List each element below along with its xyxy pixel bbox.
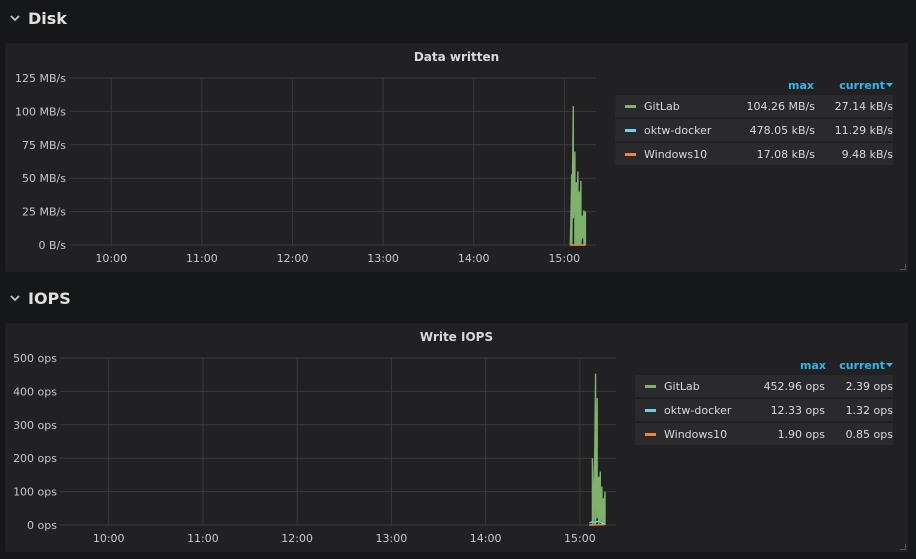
legend-series-name: oktw-docker <box>664 403 732 417</box>
legend-item-gitlab[interactable]: GitLab 104.26 MB/s 27.14 kB/s <box>615 95 893 117</box>
legend-series-name: Windows10 <box>664 427 728 441</box>
x-tick-label: 11:00 <box>186 252 218 265</box>
legend-item-windows10[interactable]: Windows10 1.90 ops 0.85 ops <box>635 423 893 445</box>
x-tick-label: 12:00 <box>277 252 309 265</box>
row-header-disk[interactable]: Disk <box>0 0 67 36</box>
legend-max-value: 17.08 kB/s <box>756 147 815 161</box>
legend-header: max current <box>615 75 893 95</box>
panel-data-written: Data written 0 B/s 25 MB/s 50 MB/s 75 MB/s 1… <box>5 43 908 272</box>
legend-series-name: GitLab <box>644 99 680 113</box>
panel-resize-handle[interactable] <box>900 544 906 550</box>
legend-header-max[interactable]: max <box>736 79 814 92</box>
legend-current-value: 11.29 kB/s <box>834 123 893 137</box>
legend-current-value: 9.48 kB/s <box>841 147 893 161</box>
x-tick-label: 15:00 <box>548 252 580 265</box>
legend-series-name: GitLab <box>664 379 700 393</box>
x-tick-label: 13:00 <box>367 252 399 265</box>
y-tick-label: 50 MB/s <box>22 172 66 185</box>
x-tick-label: 10:00 <box>95 252 127 265</box>
y-tick-label: 75 MB/s <box>22 139 66 152</box>
y-tick-label: 100 MB/s <box>15 105 66 118</box>
y-tick-label: 100 ops <box>13 486 57 499</box>
legend-max-value: 104.26 MB/s <box>746 99 815 113</box>
series-swatch <box>645 384 656 388</box>
panel-write-iops: Write IOPS 0 ops 100 ops 200 ops 300 ops 400… <box>5 323 908 552</box>
x-tick-label: 15:00 <box>564 532 596 545</box>
series-swatch <box>625 104 636 108</box>
y-tick-label: 200 ops <box>13 452 57 465</box>
y-tick-label: 0 ops <box>27 519 57 532</box>
row-title: IOPS <box>28 288 71 308</box>
chevron-down-icon[interactable] <box>9 12 21 24</box>
y-tick-label: 125 MB/s <box>15 72 66 85</box>
legend-max-value: 452.96 ops <box>763 379 825 393</box>
y-tick-label: 300 ops <box>13 419 57 432</box>
y-tick-label: 25 MB/s <box>22 206 66 219</box>
y-tick-label: 400 ops <box>13 385 57 398</box>
legend-series-name: oktw-docker <box>644 123 712 137</box>
legend-header: max current <box>635 355 893 375</box>
y-tick-label: 0 B/s <box>39 239 67 252</box>
series-swatch <box>645 432 656 436</box>
legend-max-value: 478.05 kB/s <box>749 123 815 137</box>
row-title: Disk <box>28 8 67 28</box>
x-tick-label: 11:00 <box>187 532 219 545</box>
caret-down-icon <box>886 82 893 87</box>
caret-down-icon <box>886 362 893 367</box>
legend-series-name: Windows10 <box>644 147 708 161</box>
x-tick-label: 14:00 <box>470 532 502 545</box>
legend-max-value: 12.33 ops <box>770 403 825 417</box>
panel-resize-handle[interactable] <box>900 264 906 270</box>
x-tick-label: 10:00 <box>93 532 125 545</box>
legend-max-value: 1.90 ops <box>777 427 825 441</box>
chart-data-written[interactable]: 0 B/s 25 MB/s 50 MB/s 75 MB/s 100 MB/s 125 MB… <box>5 43 605 272</box>
legend: max current GitLab 452.96 ops 2.39 ops o… <box>635 355 893 447</box>
x-tick-label: 13:00 <box>376 532 408 545</box>
chevron-down-icon[interactable] <box>9 292 21 304</box>
legend-item-oktw-docker[interactable]: oktw-docker 478.05 kB/s 11.29 kB/s <box>615 119 893 141</box>
series-swatch <box>645 408 656 412</box>
series-swatch <box>625 128 636 132</box>
row-header-iops[interactable]: IOPS <box>0 280 71 316</box>
series-line-gitlab <box>589 373 606 526</box>
legend-current-value: 27.14 kB/s <box>834 99 893 113</box>
x-tick-label: 12:00 <box>281 532 313 545</box>
y-tick-label: 500 ops <box>13 352 57 365</box>
legend-current-value: 2.39 ops <box>845 379 893 393</box>
legend-header-current[interactable]: current <box>814 79 893 92</box>
legend-item-windows10[interactable]: Windows10 17.08 kB/s 9.48 kB/s <box>615 143 893 165</box>
legend: max current GitLab 104.26 MB/s 27.14 kB/… <box>615 75 893 167</box>
legend-item-oktw-docker[interactable]: oktw-docker 12.33 ops 1.32 ops <box>635 399 893 421</box>
legend-current-value: 1.32 ops <box>845 403 893 417</box>
series-line-gitlab <box>569 106 587 246</box>
legend-current-value: 0.85 ops <box>845 427 893 441</box>
x-tick-label: 14:00 <box>458 252 490 265</box>
chart-write-iops[interactable]: 0 ops 100 ops 200 ops 300 ops 400 ops 500 ops… <box>5 323 630 552</box>
legend-header-current[interactable]: current <box>826 359 893 372</box>
legend-item-gitlab[interactable]: GitLab 452.96 ops 2.39 ops <box>635 375 893 397</box>
series-swatch <box>625 152 636 156</box>
legend-header-max[interactable]: max <box>756 359 826 372</box>
